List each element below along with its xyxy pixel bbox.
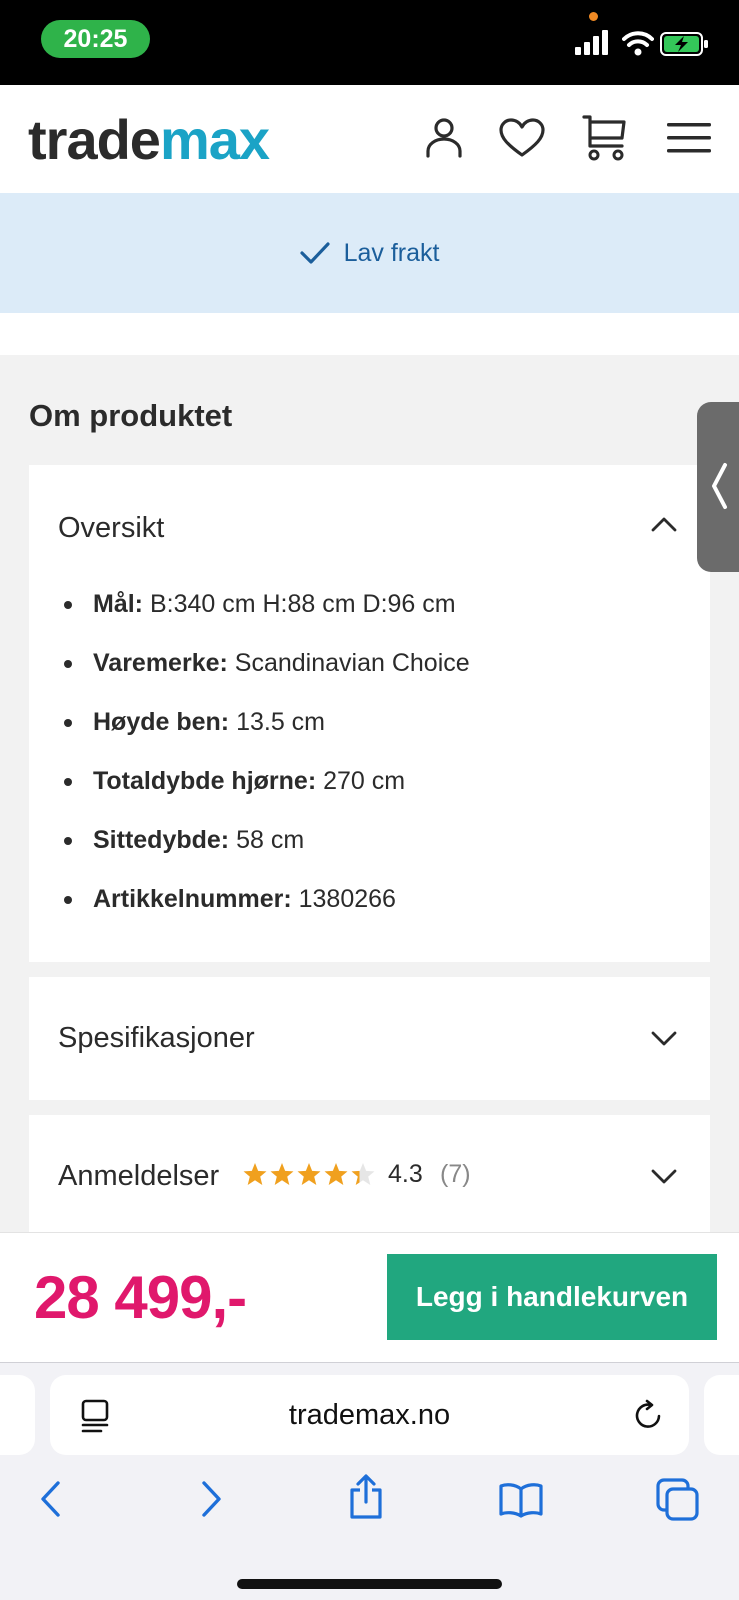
list-item: Varemerke: Scandinavian Choice bbox=[64, 634, 470, 693]
status-bar: 20:25 bbox=[0, 0, 739, 85]
overview-header[interactable]: Oversikt bbox=[29, 465, 710, 590]
privacy-indicator-dot bbox=[589, 12, 598, 21]
chevron-down-icon[interactable] bbox=[651, 1168, 677, 1186]
rating-stars bbox=[242, 1162, 376, 1186]
star-icon bbox=[243, 1163, 267, 1185]
star-icon bbox=[270, 1163, 294, 1185]
back-icon[interactable] bbox=[38, 1480, 64, 1518]
trademax-logo[interactable]: trademax bbox=[28, 107, 270, 172]
review-count: (7) bbox=[440, 1160, 471, 1188]
list-item: Mål: B:340 cm H:88 cm D:96 cm bbox=[64, 575, 470, 634]
list-item: Artikkelnummer: 1380266 bbox=[64, 870, 470, 929]
item-label: Sittedybde: bbox=[93, 826, 230, 854]
cart-icon[interactable] bbox=[582, 114, 628, 162]
item-value: 1380266 bbox=[291, 885, 396, 913]
specifications-card[interactable]: Spesifikasjoner bbox=[29, 977, 710, 1100]
chevron-down-icon[interactable] bbox=[651, 1030, 677, 1048]
next-tab-preview[interactable] bbox=[704, 1375, 739, 1455]
check-icon bbox=[299, 242, 330, 264]
price: 28 499,- bbox=[34, 1264, 247, 1331]
item-label: Artikkelnummer: bbox=[93, 885, 292, 913]
wifi-icon bbox=[622, 31, 654, 56]
item-value: 270 cm bbox=[316, 767, 406, 795]
heart-icon[interactable] bbox=[498, 118, 546, 158]
site-header: trademax bbox=[0, 85, 739, 193]
item-value: B:340 cm H:88 cm D:96 cm bbox=[143, 590, 456, 618]
status-time: 20:25 bbox=[41, 20, 150, 58]
logo-part-max: max bbox=[159, 108, 270, 171]
signal-icon bbox=[575, 30, 608, 55]
menu-icon[interactable] bbox=[666, 121, 712, 155]
item-label: Totaldybde hjørne: bbox=[93, 767, 317, 795]
item-value: Scandinavian Choice bbox=[227, 649, 470, 677]
item-label: Mål: bbox=[93, 590, 143, 618]
banner-text: Lav frakt bbox=[343, 238, 440, 267]
overview-list: Mål: B:340 cm H:88 cm D:96 cm Varemerke:… bbox=[64, 575, 470, 929]
logo-part-trade: trade bbox=[28, 108, 161, 171]
user-icon[interactable] bbox=[424, 117, 464, 159]
item-value: 58 cm bbox=[229, 826, 305, 854]
item-label: Varemerke: bbox=[93, 649, 228, 677]
star-half-icon bbox=[351, 1163, 375, 1185]
home-indicator bbox=[237, 1579, 502, 1589]
share-icon[interactable] bbox=[348, 1474, 384, 1520]
rating-value: 4.3 bbox=[388, 1160, 423, 1188]
list-item: Sittedybde: 58 cm bbox=[64, 811, 470, 870]
section-title: Om produktet bbox=[29, 398, 233, 433]
chevron-up-icon[interactable] bbox=[651, 515, 677, 533]
previous-tab-preview[interactable] bbox=[0, 1375, 35, 1455]
overview-title: Oversikt bbox=[58, 512, 165, 544]
specifications-title: Spesifikasjoner bbox=[58, 1022, 255, 1054]
list-item: Totaldybde hjørne: 270 cm bbox=[64, 752, 470, 811]
item-value: 13.5 cm bbox=[229, 708, 325, 736]
add-to-cart-button[interactable]: Legg i handlekurven bbox=[387, 1254, 717, 1340]
item-label: Høyde ben: bbox=[93, 708, 230, 736]
shipping-banner: Lav frakt bbox=[0, 193, 739, 313]
reader-icon[interactable] bbox=[80, 1399, 110, 1433]
battery-icon bbox=[660, 32, 708, 56]
reload-icon[interactable] bbox=[634, 1399, 664, 1431]
side-drawer-tab[interactable] bbox=[697, 402, 739, 572]
list-item: Høyde ben: 13.5 cm bbox=[64, 693, 470, 752]
tabs-icon[interactable] bbox=[656, 1478, 700, 1522]
star-icon bbox=[297, 1163, 321, 1185]
bookmarks-icon[interactable] bbox=[498, 1482, 544, 1518]
reviews-title: Anmeldelser bbox=[58, 1160, 220, 1192]
address-bar-url[interactable]: trademax.no bbox=[50, 1375, 689, 1455]
chevron-left-icon bbox=[712, 463, 727, 509]
forward-icon[interactable] bbox=[198, 1480, 224, 1518]
star-icon bbox=[324, 1163, 348, 1185]
